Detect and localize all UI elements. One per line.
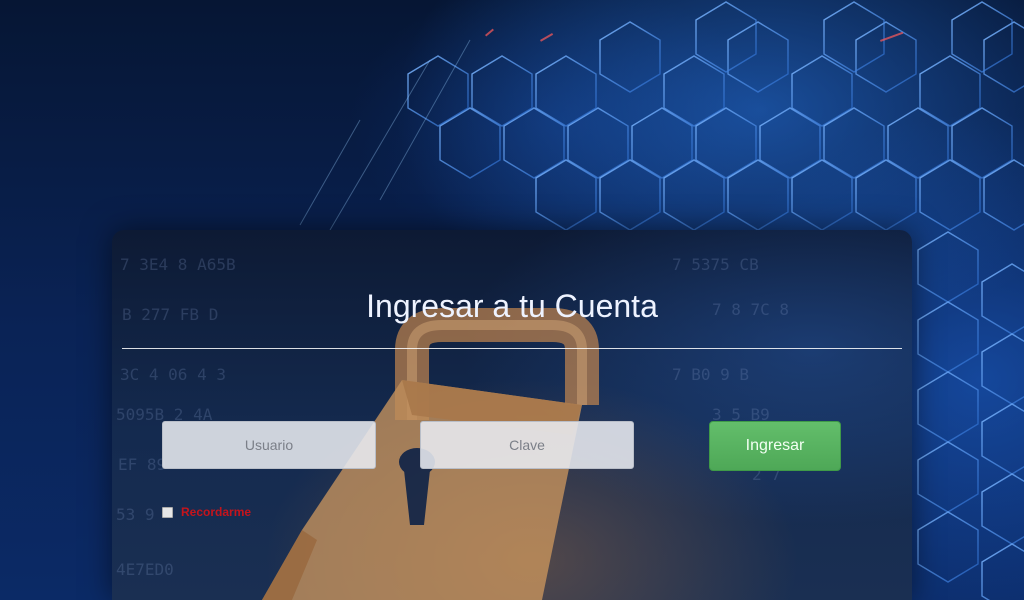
login-card: 7 3E4 8 A65B B 277 FB D 3C 4 06 4 3 5095… [112, 230, 912, 600]
remember-me[interactable]: Recordarme [162, 505, 251, 519]
username-input[interactable] [162, 421, 376, 469]
svg-text:7 5375 CB: 7 5375 CB [672, 255, 759, 274]
remember-me-checkbox[interactable] [162, 506, 173, 518]
login-button[interactable]: Ingresar [709, 421, 841, 471]
card-background-art: 7 3E4 8 A65B B 277 FB D 3C 4 06 4 3 5095… [112, 230, 912, 600]
title-divider [122, 348, 902, 349]
svg-text:EF 89: EF 89 [118, 455, 166, 474]
svg-text:4E7ED0: 4E7ED0 [116, 560, 174, 579]
password-input[interactable] [420, 421, 634, 469]
svg-text:3C 4 06 4 3: 3C 4 06 4 3 [120, 365, 226, 384]
page-title: Ingresar a tu Cuenta [366, 288, 658, 324]
remember-me-label: Recordarme [181, 505, 252, 519]
svg-text:53 9: 53 9 [116, 505, 155, 524]
svg-text:7 B0 9 B: 7 B0 9 B [672, 365, 749, 384]
svg-text:7 3E4 8 A65B: 7 3E4 8 A65B [120, 255, 236, 274]
